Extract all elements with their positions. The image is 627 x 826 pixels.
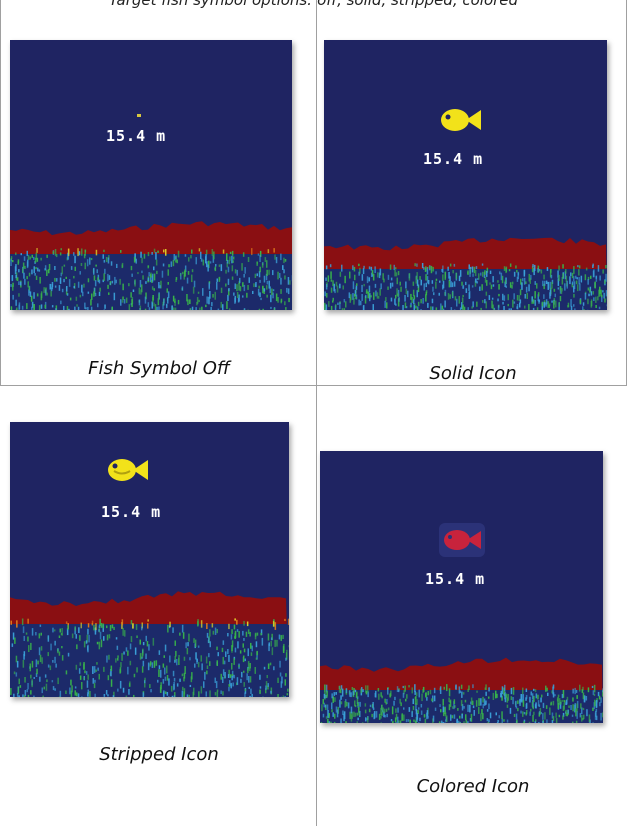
fish-dot-icon	[137, 114, 141, 117]
comparison-table: 15.4 m Fish Symbol Off 15.4 m Solid Icon…	[0, 0, 627, 826]
sonar-screen-solid-icon	[324, 40, 607, 310]
panel-caption: Colored Icon	[416, 776, 530, 797]
depth-readout: 15.4 m	[425, 570, 486, 588]
sonar-bottom-returns	[324, 237, 607, 310]
depth-readout: 15.4 m	[101, 503, 162, 521]
depth-readout: 15.4 m	[423, 150, 484, 168]
fish-striped-icon	[104, 454, 152, 490]
fish-solid-icon	[437, 104, 485, 140]
depth-readout: 15.4 m	[106, 127, 167, 145]
fish-colored-icon	[439, 523, 485, 561]
panel-caption: Stripped Icon	[99, 744, 219, 765]
panel-caption: Fish Symbol Off	[88, 358, 230, 379]
table-horizontal-divider	[0, 385, 627, 386]
table-left-border	[0, 0, 1, 386]
panel-caption: Solid Icon	[429, 363, 517, 384]
table-vertical-divider	[316, 0, 317, 826]
sonar-screen-fish-off	[10, 40, 292, 310]
sonar-bottom-returns	[10, 221, 292, 310]
